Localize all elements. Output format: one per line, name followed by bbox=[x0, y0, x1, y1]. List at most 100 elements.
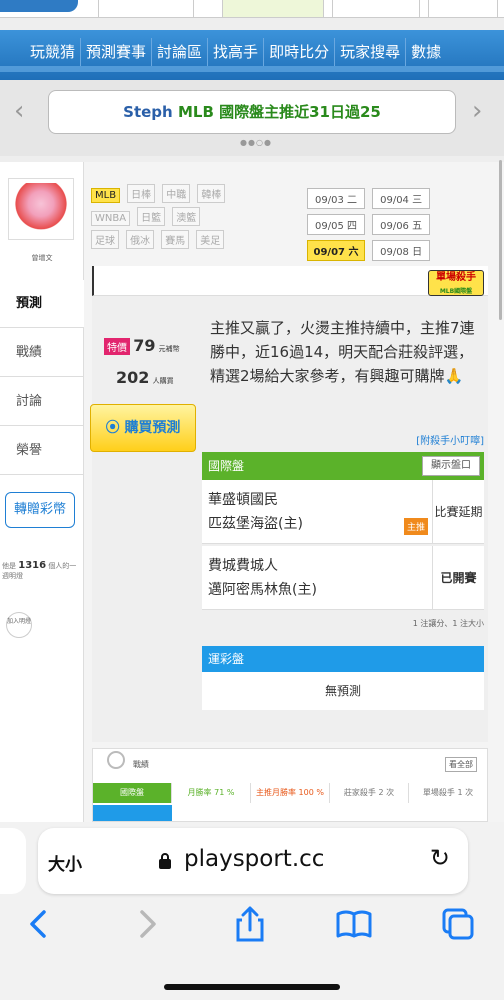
date-chip[interactable]: 09/06 五 bbox=[372, 214, 431, 235]
nav-item-predictions[interactable]: 預測賽事 bbox=[81, 38, 153, 66]
nav-item-player-search[interactable]: 玩家搜尋 bbox=[335, 38, 407, 66]
date-chip[interactable]: 09/04 三 bbox=[372, 188, 431, 209]
show-line-button[interactable]: 顯示盤口 bbox=[422, 456, 480, 476]
prediction-header-row: 單場殺手 MLB國際盤 bbox=[92, 266, 488, 296]
carousel-dots: ●●○● bbox=[240, 138, 272, 147]
league-chip-mlb[interactable]: MLB bbox=[91, 188, 121, 203]
profile-sidebar: 曾增文 預測 戰績 討論 榮譽 轉贈彩幣 他是 1316 個人的一週明燈 加入明… bbox=[0, 162, 84, 822]
record-row-partial bbox=[93, 805, 487, 821]
date-chip[interactable]: 09/08 日 bbox=[372, 240, 431, 261]
text-size-button[interactable]: 大小 bbox=[48, 850, 82, 875]
top-site-bar bbox=[0, 0, 504, 18]
chevron-left-icon[interactable]: ‹ bbox=[14, 96, 24, 126]
prediction-panel: 特價 79 元補幣 202 人購買 ⦿ 購買預測 主推又贏了，火燙主推持續中，主… bbox=[90, 296, 488, 742]
date-chip[interactable]: 09/05 四 bbox=[307, 214, 365, 235]
league-chip[interactable]: 日籃 bbox=[137, 207, 166, 226]
date-selector: 09/03 二 09/04 三 09/05 四 09/06 五 09/07 六 … bbox=[306, 186, 494, 264]
top-tab-1[interactable] bbox=[98, 0, 194, 17]
league-chip[interactable]: WNBA bbox=[91, 211, 131, 226]
target-icon bbox=[107, 751, 125, 769]
league-chip[interactable]: 美足 bbox=[196, 230, 225, 249]
join-fan-button[interactable]: 加入明燈 bbox=[6, 612, 32, 638]
buyers-info: 202 人購買 bbox=[116, 368, 174, 387]
sidebar-tab-record[interactable]: 戰績 bbox=[0, 329, 84, 377]
away-team: 華盛頓國民 bbox=[208, 492, 278, 508]
top-tab-3[interactable] bbox=[332, 0, 420, 17]
top-tab-2[interactable] bbox=[222, 0, 324, 17]
banner-name: Steph bbox=[123, 103, 173, 121]
record-row-label: 國際盤 bbox=[93, 783, 172, 803]
banner-text: MLB 國際盤主推近31日過25 bbox=[177, 103, 381, 121]
league-chip[interactable]: 中職 bbox=[162, 184, 191, 203]
nav-item-play-quiz[interactable]: 玩競猜 bbox=[0, 38, 82, 66]
killer-tips-link[interactable]: [附殺手小叮嚀] bbox=[416, 432, 484, 447]
single-game-killer-badge: 單場殺手 MLB國際盤 bbox=[428, 270, 484, 296]
banner-carousel: ‹ Steph MLB 國際盤主推近31日過25 › ●●○● bbox=[0, 80, 504, 156]
share-icon[interactable] bbox=[230, 904, 270, 944]
league-chip[interactable]: 足球 bbox=[91, 230, 119, 249]
browser-bottom-chrome: 大小 playsport.cc ↻ bbox=[0, 822, 504, 1000]
see-all-button[interactable]: 看全部 bbox=[445, 757, 477, 772]
gift-coins-button[interactable]: 轉贈彩幣 bbox=[5, 492, 75, 528]
banker-killer-count: 莊家殺手 2 次 bbox=[330, 783, 409, 803]
home-indicator[interactable] bbox=[164, 984, 340, 990]
league-filter: MLB 日棒 中職 韓棒 WNBA 日籃 澳籃 足球 俄冰 賽馬 美足 bbox=[90, 182, 298, 251]
nav-item-live-scores[interactable]: 即時比分 bbox=[264, 38, 336, 66]
sidebar-tab-discussion[interactable]: 討論 bbox=[0, 378, 84, 426]
month-win-rate: 月勝率 71 % bbox=[172, 783, 251, 803]
chevron-right-icon[interactable]: › bbox=[472, 96, 482, 126]
back-icon[interactable] bbox=[20, 904, 60, 944]
league-chip[interactable]: 俄冰 bbox=[126, 230, 155, 249]
main-month-win-rate: 主推月勝率 100 % bbox=[251, 783, 330, 803]
record-row: 國際盤 月勝率 71 % 主推月勝率 100 % 莊家殺手 2 次 單場殺手 1… bbox=[93, 783, 487, 803]
league-chip[interactable]: 韓棒 bbox=[197, 184, 226, 203]
nav-item-find-experts[interactable]: 找高手 bbox=[208, 38, 265, 66]
game-row[interactable]: 華盛頓國民 匹茲堡海盜(主) 主推 比賽延期 bbox=[202, 480, 484, 544]
url-text[interactable]: playsport.cc bbox=[184, 846, 324, 872]
fans-count: 他是 1316 個人的一週明燈 bbox=[2, 560, 77, 580]
avatar[interactable] bbox=[8, 178, 74, 240]
sidebar-tab-honors[interactable]: 榮譽 bbox=[0, 427, 84, 475]
address-bar[interactable]: 大小 playsport.cc ↻ bbox=[38, 828, 468, 894]
special-price-tag: 特價 bbox=[104, 338, 130, 355]
nav-item-forum[interactable]: 討論區 bbox=[152, 38, 209, 66]
top-tab-4[interactable] bbox=[428, 0, 498, 17]
record-summary: 戰績 看全部 國際盤 月勝率 71 % 主推月勝率 100 % 莊家殺手 2 次… bbox=[92, 748, 488, 822]
prediction-description: 主推又贏了，火燙主推持續中，主推7連勝中，近16過14，明天配合莊殺評選，精選2… bbox=[210, 319, 475, 385]
bookmarks-icon[interactable] bbox=[334, 904, 374, 944]
scrollbar-thumb[interactable] bbox=[499, 160, 502, 320]
buy-prediction-button[interactable]: ⦿ 購買預測 bbox=[90, 404, 196, 452]
main-nav: 玩競猜 預測賽事 討論區 找高手 即時比分 玩家搜尋 數據 bbox=[0, 30, 504, 80]
home-team: 匹茲堡海盜(主) bbox=[208, 516, 303, 532]
buyers-count: 202 bbox=[116, 368, 150, 387]
date-chip[interactable]: 09/03 二 bbox=[307, 188, 365, 209]
avatar-image bbox=[13, 183, 69, 235]
tabs-icon[interactable] bbox=[438, 904, 478, 944]
home-team: 邁阿密馬林魚(主) bbox=[208, 582, 317, 598]
league-chip[interactable]: 賽馬 bbox=[161, 230, 190, 249]
forward-icon[interactable] bbox=[126, 904, 166, 944]
coin-icon: ⦿ bbox=[105, 420, 120, 436]
no-prediction-text: 無預測 bbox=[202, 672, 484, 710]
previous-tab-preview[interactable] bbox=[0, 828, 26, 894]
league-chip[interactable]: 日棒 bbox=[127, 184, 156, 203]
browser-toolbar bbox=[0, 904, 504, 954]
record-title: 戰績 bbox=[133, 760, 149, 769]
international-line-header: 國際盤 顯示盤口 bbox=[202, 452, 484, 480]
banner-headline[interactable]: Steph MLB 國際盤主推近31日過25 bbox=[48, 90, 456, 134]
league-chip[interactable]: 澳籃 bbox=[172, 207, 201, 226]
game-status: 已開賽 bbox=[432, 546, 484, 610]
price-info: 特價 79 元補幣 bbox=[104, 336, 180, 355]
owner-name: 曾增文 bbox=[31, 254, 53, 262]
single-killer-count: 單場殺手 1 次 bbox=[422, 788, 474, 797]
main-nav-list: 玩競猜 預測賽事 討論區 找高手 即時比分 玩家搜尋 數據 bbox=[0, 38, 446, 66]
pick-count-note: 1 注讓分、1 注大小 bbox=[412, 619, 484, 628]
date-chip-selected[interactable]: 09/07 六 bbox=[307, 240, 365, 261]
main-pick-badge: 主推 bbox=[404, 518, 429, 535]
nav-item-data[interactable]: 數據 bbox=[406, 38, 446, 66]
reload-icon[interactable]: ↻ bbox=[430, 844, 450, 872]
game-row[interactable]: 費城費城人 邁阿密馬林魚(主) 已開賽 bbox=[202, 546, 484, 610]
sidebar-tab-predictions[interactable]: 預測 bbox=[0, 280, 84, 328]
page-content: 曾增文 預測 戰績 討論 榮譽 轉贈彩幣 他是 1316 個人的一週明燈 加入明… bbox=[0, 162, 504, 822]
site-logo[interactable] bbox=[0, 0, 78, 12]
